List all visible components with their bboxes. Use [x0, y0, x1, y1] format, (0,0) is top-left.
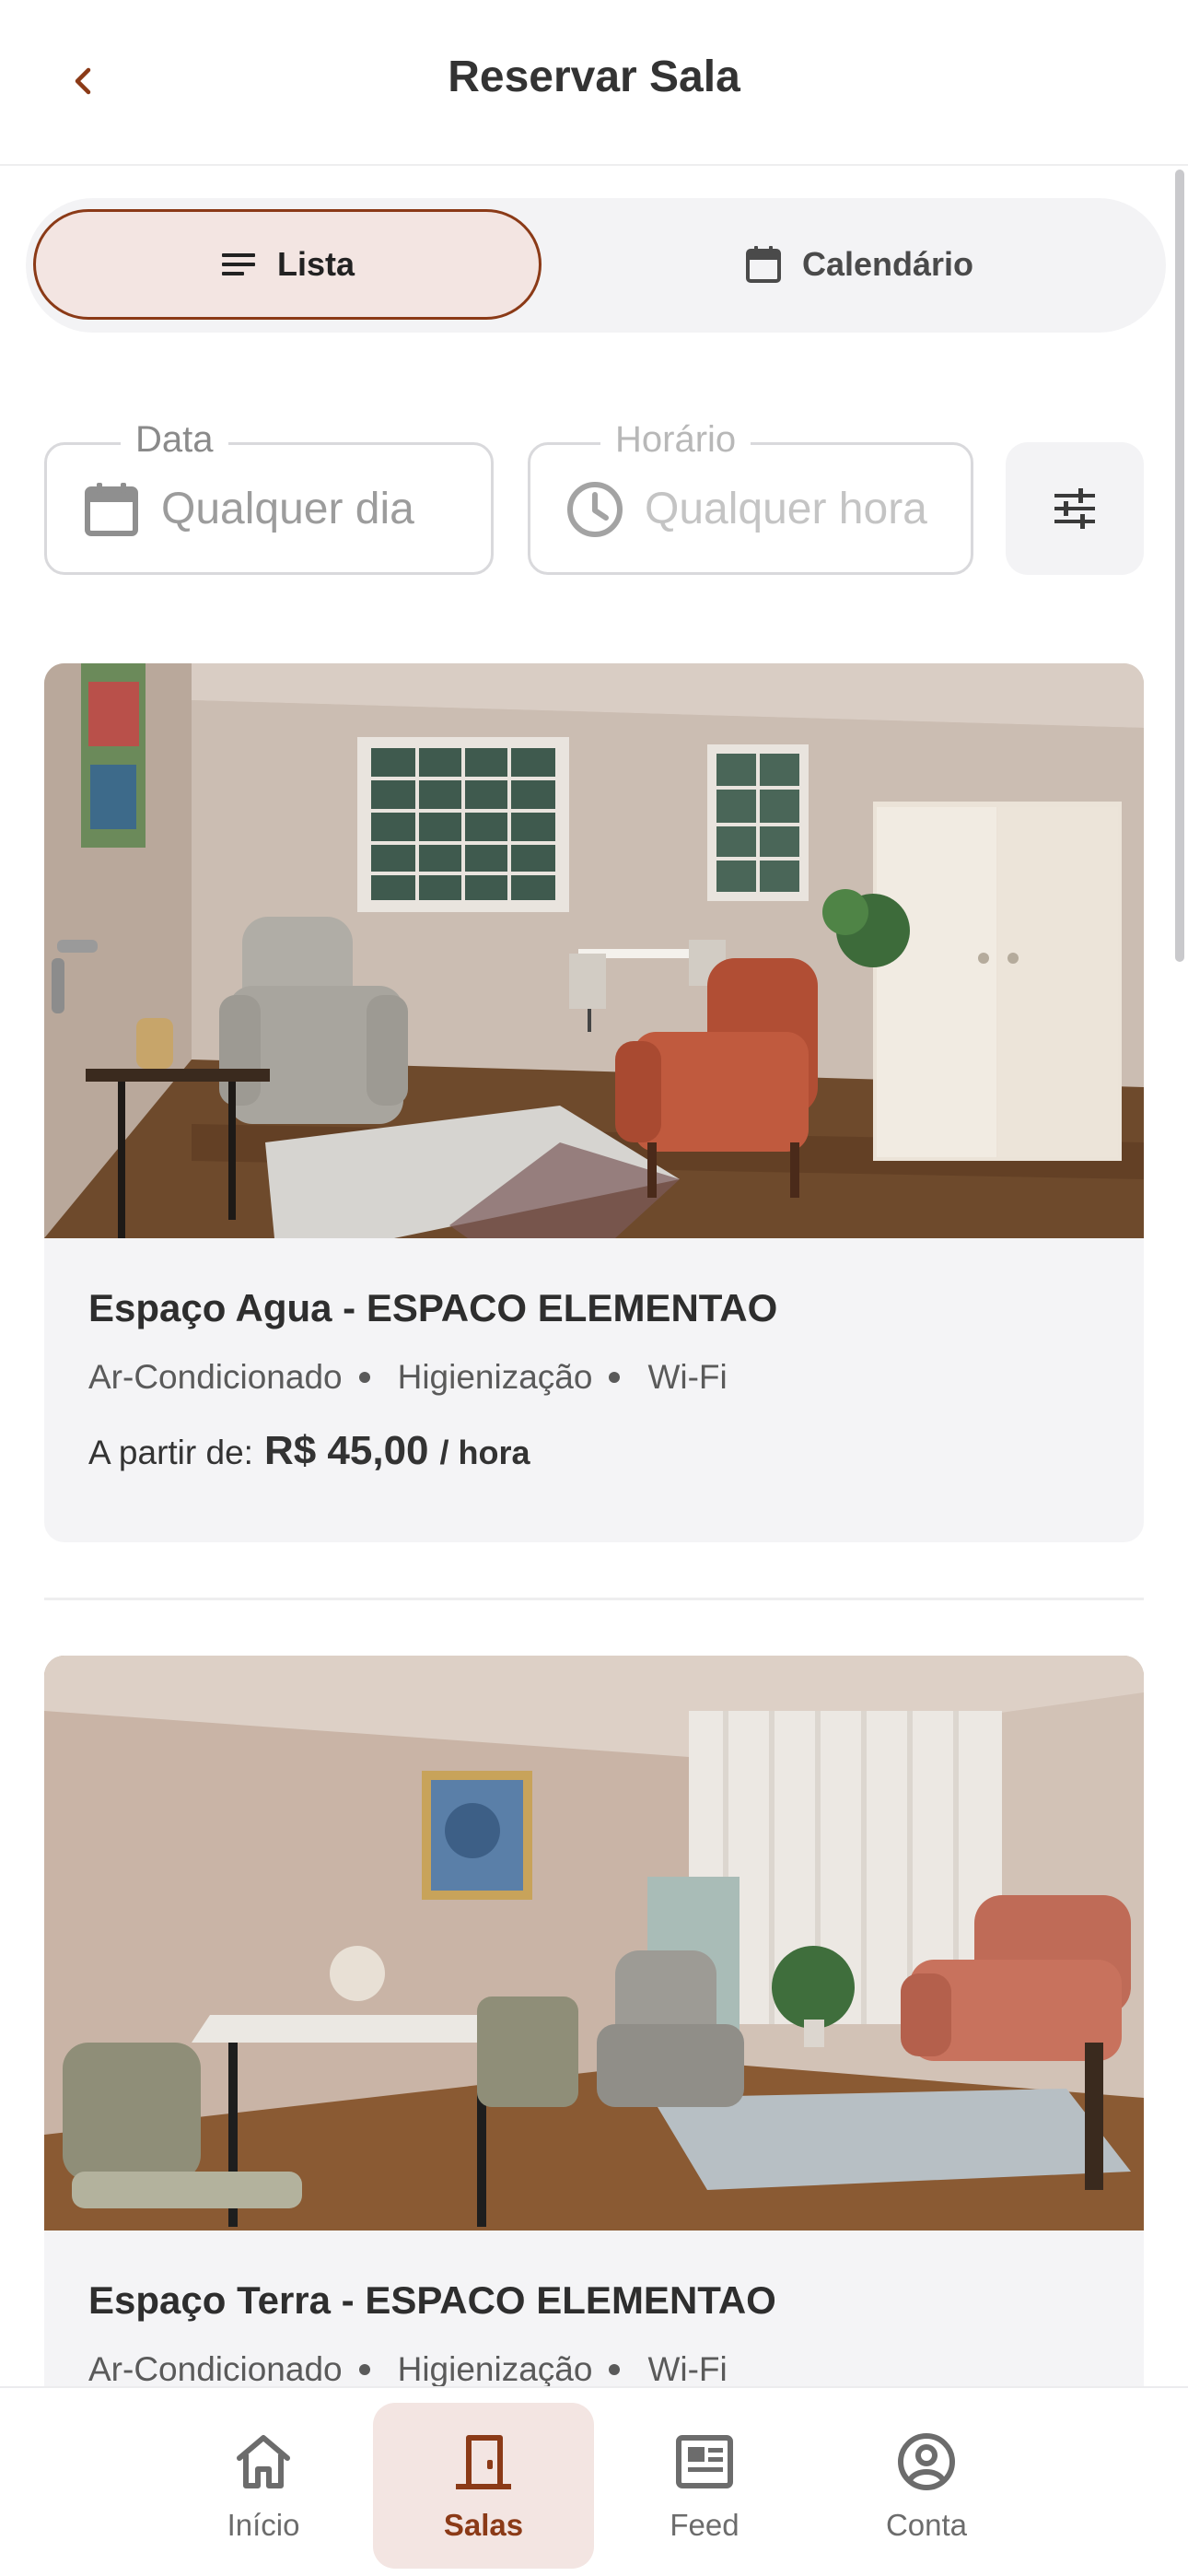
clock-icon: [567, 482, 623, 537]
nav-label: Conta: [885, 2508, 968, 2542]
nav-item-conta[interactable]: Conta: [816, 2403, 1037, 2569]
date-field-placeholder: Qualquer dia: [161, 485, 414, 533]
nav-item-salas[interactable]: Salas: [373, 2403, 594, 2569]
room-name: Espaço Terra - ESPACO ELEMENTAO: [88, 2278, 776, 2322]
tab-calendario-label: Calendário: [801, 245, 974, 283]
separator-dot: [358, 1372, 370, 1383]
amenity-item: Ar-Condicionado: [88, 2350, 343, 2388]
list-icon: [221, 253, 255, 275]
user-circle-icon: [898, 2433, 955, 2490]
price-row: A partir de: R$ 45,00 / hora: [88, 1428, 1100, 1474]
time-field-placeholder: Qualquer hora: [645, 485, 927, 533]
room-photo: [44, 1656, 1144, 2231]
separator-dot: [609, 1372, 621, 1383]
nav-label: Salas: [443, 2508, 524, 2542]
separator-dot: [358, 2364, 370, 2375]
date-field[interactable]: Data Qualquer dia: [44, 419, 494, 575]
calendar-icon: [745, 246, 781, 283]
tab-calendario[interactable]: Calendário: [560, 209, 1159, 320]
home-icon: [237, 2435, 290, 2488]
separator-dot: [609, 2364, 621, 2375]
room-card-body: Espaço Terra - ESPACO ELEMENTAO Ar-Condi…: [88, 2278, 1100, 2389]
nav-item-inicio[interactable]: Início: [153, 2403, 374, 2569]
page-title: Reservar Sala: [448, 53, 740, 101]
time-field-label: Horário: [600, 419, 751, 461]
room-card[interactable]: Espaço Agua - ESPACO ELEMENTAO Ar-Condic…: [44, 663, 1144, 1542]
nav-label: Feed: [670, 2508, 740, 2542]
time-field[interactable]: Horário Qualquer hora: [528, 419, 973, 575]
amenity-item: Ar-Condicionado: [88, 1358, 343, 1396]
amenity-item: Higienização: [397, 2350, 593, 2388]
amenities-list: Ar-Condicionado Higienização Wi-Fi: [88, 2350, 1100, 2389]
bottom-navigation: Início Salas Feed Conta: [0, 2386, 1188, 2576]
tab-lista[interactable]: Lista: [33, 209, 542, 320]
calendar-icon: [85, 483, 138, 536]
price-value: R$ 45,00: [263, 1428, 429, 1473]
room-name: Espaço Agua - ESPACO ELEMENTAO: [88, 1286, 778, 1329]
newspaper-icon: [676, 2435, 733, 2488]
app-header: Reservar Sala: [0, 0, 1188, 166]
card-divider: [44, 1598, 1144, 1600]
view-toggle: Lista Calendário: [26, 198, 1166, 333]
room-card-body: Espaço Agua - ESPACO ELEMENTAO Ar-Condic…: [88, 1286, 1100, 1474]
amenity-item: Higienização: [397, 1358, 593, 1396]
amenity-item: Wi-Fi: [647, 1358, 728, 1396]
price-unit: / hora: [439, 1434, 530, 1471]
tab-lista-label: Lista: [276, 245, 355, 283]
nav-label: Início: [227, 2508, 300, 2542]
price-prefix: A partir de:: [88, 1434, 253, 1471]
nav-item-feed[interactable]: Feed: [594, 2403, 815, 2569]
scrollbar[interactable]: [1175, 170, 1184, 962]
sliders-icon: [1054, 488, 1095, 529]
door-icon: [456, 2435, 511, 2489]
filter-settings-button[interactable]: [1006, 442, 1144, 575]
amenity-item: Wi-Fi: [647, 2350, 728, 2388]
date-field-label: Data: [121, 419, 228, 461]
amenities-list: Ar-Condicionado Higienização Wi-Fi: [88, 1358, 1100, 1397]
room-photo: [44, 663, 1144, 1238]
